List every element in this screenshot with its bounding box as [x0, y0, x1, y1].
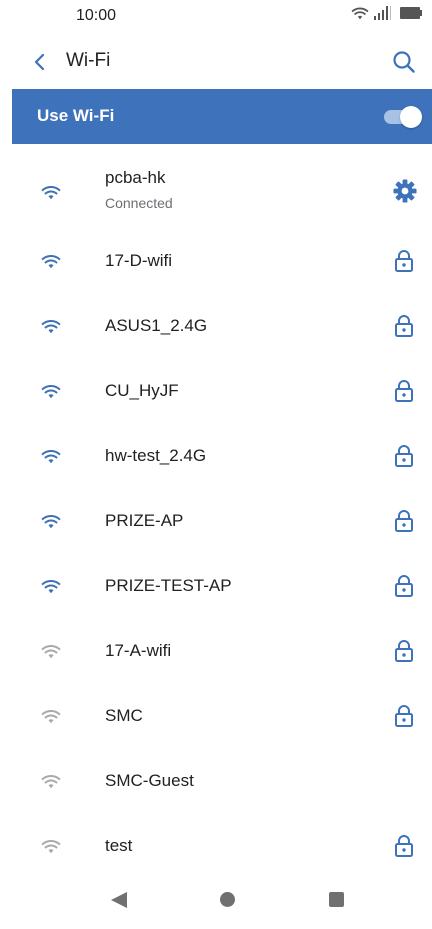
wifi-status-icon [350, 5, 370, 21]
wifi-signal-icon [40, 772, 62, 790]
network-name: 17-D-wifi [105, 251, 173, 270]
network-row[interactable]: 17-D-wifi [0, 229, 432, 294]
nav-recents-button[interactable] [329, 892, 344, 907]
wifi-signal-icon [40, 447, 62, 465]
status-time: 10:00 [76, 7, 117, 24]
wifi-signal-icon [40, 707, 62, 725]
status-icons [350, 5, 422, 21]
network-name: PRIZE-TEST-AP [105, 576, 232, 595]
wifi-signal-icon [40, 183, 62, 201]
lock-icon [393, 444, 415, 468]
battery-icon [400, 7, 422, 19]
network-name: ASUS1_2.4G [105, 316, 208, 335]
network-name: 17-A-wifi [105, 641, 172, 660]
page-title: Wi-Fi [66, 50, 111, 71]
use-wifi-label: Use Wi-Fi [37, 106, 115, 125]
back-arrow-icon [34, 53, 45, 71]
wifi-signal-icon [40, 577, 62, 595]
back-button[interactable] [28, 50, 52, 74]
search-icon [393, 51, 415, 73]
status-bar: 10:00 [0, 0, 432, 36]
lock-icon [393, 509, 415, 533]
search-button[interactable] [390, 48, 418, 76]
gear-icon[interactable] [393, 179, 417, 203]
use-wifi-bar[interactable]: Use Wi-Fi [12, 89, 432, 144]
network-name: SMC [105, 706, 143, 725]
wifi-signal-icon [40, 642, 62, 660]
wifi-signal-icon [40, 252, 62, 270]
toggle-thumb [400, 106, 422, 128]
network-row[interactable]: CU_HyJF [0, 359, 432, 424]
nav-back-button[interactable] [110, 891, 128, 909]
nav-home-button[interactable] [220, 892, 235, 907]
cellular-signal-icon [374, 6, 396, 20]
network-list: pcba-hk Connected 17-D-wifi ASUS1_2.4G CU_Hy… [0, 156, 432, 879]
wifi-signal-icon [40, 512, 62, 530]
lock-icon [393, 704, 415, 728]
network-row[interactable]: ASUS1_2.4G [0, 294, 432, 359]
network-name: SMC-Guest [105, 771, 194, 790]
network-row[interactable]: PRIZE-AP [0, 489, 432, 554]
network-row[interactable]: PRIZE-TEST-AP [0, 554, 432, 619]
wifi-signal-icon [40, 382, 62, 400]
wifi-signal-icon [40, 317, 62, 335]
app-bar: Wi-Fi [0, 36, 432, 88]
network-row[interactable]: SMC [0, 684, 432, 749]
network-name: hw-test_2.4G [105, 446, 207, 465]
lock-icon [393, 574, 415, 598]
network-name: CU_HyJF [105, 381, 179, 400]
lock-icon [393, 314, 415, 338]
network-row[interactable]: test [0, 814, 432, 879]
network-row[interactable]: 17-A-wifi [0, 619, 432, 684]
wifi-signal-icon [40, 837, 62, 855]
lock-icon [393, 834, 415, 858]
lock-icon [393, 379, 415, 403]
use-wifi-toggle[interactable] [382, 105, 422, 128]
network-row[interactable]: pcba-hk Connected [0, 156, 432, 229]
network-row[interactable]: hw-test_2.4G [0, 424, 432, 489]
network-name: pcba-hk [105, 168, 166, 187]
network-status: Connected [105, 195, 173, 211]
navigation-bar [0, 872, 432, 929]
network-name: PRIZE-AP [105, 511, 184, 530]
lock-icon [393, 639, 415, 663]
lock-icon [393, 249, 415, 273]
nav-back-icon [111, 892, 127, 908]
network-name: test [105, 836, 133, 855]
network-row[interactable]: SMC-Guest [0, 749, 432, 814]
